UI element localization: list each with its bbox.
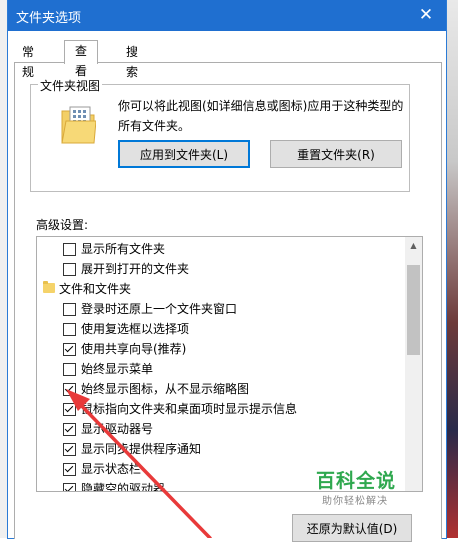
apply-to-folders-button[interactable]: 应用到文件夹(L) [118, 140, 250, 168]
list-item-label: 隐藏空的驱动器 [81, 482, 166, 492]
checkbox[interactable] [63, 303, 76, 316]
list-item-label: 使用共享向导(推荐) [81, 342, 187, 356]
tab-general[interactable]: 常规 [16, 42, 40, 79]
watermark-sub-text: 助你轻松解决 [322, 496, 388, 507]
list-item-label: 显示状态栏 [81, 462, 142, 476]
list-item-label: 始终显示菜单 [81, 362, 154, 376]
scroll-thumb[interactable] [407, 265, 420, 355]
list-item[interactable]: 登录时还原上一个文件夹窗口 [37, 299, 403, 319]
window-title: 文件夹选项 [16, 11, 82, 26]
watermark-main-text: 百科全说 [316, 470, 397, 492]
checkbox-checked[interactable] [63, 423, 76, 436]
list-category: 文件和文件夹 [37, 279, 403, 299]
checkbox-checked[interactable] [63, 463, 76, 476]
watermark: 百科全说 助你轻松解决 [316, 466, 426, 508]
list-item[interactable]: 使用复选框以选择项 [37, 319, 403, 339]
checkbox-checked[interactable] [63, 443, 76, 456]
checkbox[interactable] [63, 263, 76, 276]
checkbox[interactable] [63, 323, 76, 336]
close-icon[interactable]: ✕ [412, 3, 440, 27]
list-item-label: 显示驱动器号 [81, 422, 154, 436]
list-item[interactable]: 显示同步提供程序通知 [37, 439, 403, 459]
tab-view[interactable]: 查看 [64, 40, 99, 78]
checkbox[interactable] [63, 363, 76, 376]
checkbox-checked[interactable] [63, 343, 76, 356]
list-item-label: 使用复选框以选择项 [81, 322, 190, 336]
list-item[interactable]: 鼠标指向文件夹和桌面项时显示提示信息 [37, 399, 403, 419]
list-item[interactable]: 显示驱动器号 [37, 419, 403, 439]
folder-views-label: 文件夹视图 [38, 77, 103, 94]
checkbox[interactable] [63, 243, 76, 256]
advanced-settings-label: 高级设置: [36, 218, 89, 232]
folder-views-description: 你可以将此视图(如详细信息或图标)应用于这种类型的所有文件夹。 [118, 99, 404, 133]
scroll-up-arrow-icon[interactable]: ▲ [405, 237, 422, 254]
folder-icon [43, 281, 55, 293]
list-item-label: 显示同步提供程序通知 [81, 442, 202, 456]
checkbox-checked[interactable] [63, 383, 76, 396]
advanced-settings-list[interactable]: 显示所有文件夹 展开到打开的文件夹 文件和文件夹 登录时还原上一个文件夹窗口 使… [36, 236, 423, 492]
list-item[interactable]: 使用共享向导(推荐) [37, 339, 403, 359]
list-item-label: 登录时还原上一个文件夹窗口 [81, 302, 238, 316]
list-item[interactable]: 始终显示图标，从不显示缩略图 [37, 379, 403, 399]
list-item-label: 展开到打开的文件夹 [81, 262, 190, 276]
vertical-scrollbar[interactable]: ▲ [405, 237, 422, 491]
list-item-label: 鼠标指向文件夹和桌面项时显示提示信息 [81, 402, 298, 416]
checkbox-checked[interactable] [63, 483, 76, 491]
list-item-label: 始终显示图标，从不显示缩略图 [81, 382, 250, 396]
list-item[interactable]: 显示所有文件夹 [37, 239, 403, 259]
reset-folders-button[interactable]: 重置文件夹(R) [270, 140, 402, 168]
list-item-label: 显示所有文件夹 [81, 242, 166, 256]
checkbox-checked[interactable] [63, 403, 76, 416]
desktop-background-right [446, 0, 458, 538]
list-category-label: 文件和文件夹 [59, 282, 132, 296]
title-bar: 文件夹选项 ✕ [8, 0, 446, 31]
folder-view-icon [61, 106, 96, 144]
tab-search[interactable]: 搜索 [120, 42, 144, 79]
list-item[interactable]: 始终显示菜单 [37, 359, 403, 379]
list-item[interactable]: 展开到打开的文件夹 [37, 259, 403, 279]
